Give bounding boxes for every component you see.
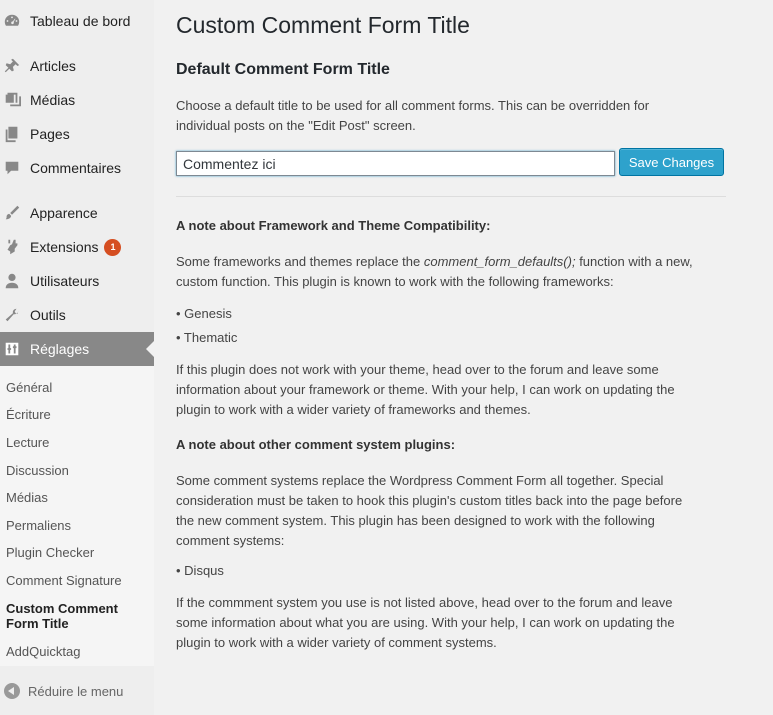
menu-label: Pages — [30, 126, 70, 142]
submenu-item-general[interactable]: Général — [6, 380, 52, 395]
menu-item-reglages[interactable]: Réglages — [0, 332, 154, 366]
settings-submenu: Général Écriture Lecture Discussion Médi… — [0, 366, 154, 666]
update-count-badge: 1 — [104, 238, 122, 256]
settings-icon — [0, 340, 30, 358]
text-fragment: consideration must be taken to hook this… — [176, 493, 683, 508]
page-title: Custom Comment Form Title — [176, 12, 470, 38]
text-fragment: plugin to work with a wider variety of f… — [176, 402, 531, 417]
text-fragment: the new comment system. This plugin has … — [176, 513, 655, 528]
menu-label: Commentaires — [30, 160, 122, 176]
text-fragment: comment systems: — [176, 533, 285, 548]
menu-item-outils[interactable]: Outils — [0, 298, 154, 332]
menu-label: Extensions — [30, 239, 99, 255]
note-framework-help: If this plugin does not work with your t… — [176, 360, 724, 420]
intro-line: Choose a default title to be used for al… — [176, 98, 650, 113]
menu-label: Outils — [30, 307, 66, 323]
text-fragment: custom function. This plugin is known to… — [176, 274, 614, 289]
section-title: Default Comment Form Title — [176, 61, 390, 78]
brush-icon — [0, 204, 30, 222]
submenu-item-ecriture[interactable]: Écriture — [6, 407, 51, 422]
menu-item-extensions[interactable]: Extensions 1 — [0, 230, 154, 264]
note-comment-system-heading: A note about other comment system plugin… — [176, 437, 456, 452]
submenu-item-permaliens[interactable]: Permaliens — [6, 518, 71, 533]
text-fragment: Some comment systems replace the Wordpre… — [176, 473, 664, 488]
dashboard-icon — [0, 12, 30, 30]
function-name: comment_form_defaults(); — [423, 254, 576, 269]
admin-sidebar: Tableau de bord Articles Médias Pages Co… — [0, 0, 154, 715]
menu-item-commentaires[interactable]: Commentaires — [0, 151, 154, 185]
submenu-item-plugin-checker[interactable]: Plugin Checker — [6, 545, 94, 560]
note-comment-system-paragraph: Some comment systems replace the Wordpre… — [176, 471, 724, 551]
collapse-menu-label: Réduire le menu — [28, 683, 124, 699]
submenu-item-custom-comment[interactable]: Custom Comment — [6, 601, 118, 616]
note-comment-system-help: If the commment system you use is not li… — [176, 593, 724, 653]
submenu-item-addquicktag[interactable]: AddQuicktag — [6, 644, 80, 659]
user-icon — [0, 272, 30, 290]
text-fragment: some information about what you are usin… — [176, 615, 675, 630]
comments-icon — [0, 159, 30, 177]
menu-item-utilisateurs[interactable]: Utilisateurs — [0, 264, 154, 298]
menu-label: Articles — [30, 58, 76, 74]
list-item: • Disqus — [176, 563, 224, 578]
submenu-item-comment-signature[interactable]: Comment Signature — [6, 573, 122, 588]
note-framework-paragraph: Some frameworks and themes replace the c… — [176, 252, 724, 292]
text-fragment: function with a new, — [575, 254, 693, 269]
pin-icon — [0, 57, 30, 75]
text-fragment: Some frameworks and themes replace the — [176, 254, 424, 269]
menu-label: Apparence — [30, 205, 98, 221]
menu-label: Tableau de bord — [30, 13, 131, 29]
wrench-icon — [0, 306, 30, 324]
default-title-input[interactable] — [176, 151, 615, 176]
list-item: • Genesis — [176, 306, 232, 321]
menu-item-medias[interactable]: Médias — [0, 83, 154, 117]
media-icon — [0, 91, 30, 109]
collapse-arrow-icon — [4, 683, 20, 699]
note-framework-heading: A note about Framework and Theme Compati… — [176, 218, 491, 233]
text-fragment: If this plugin does not work with your t… — [176, 362, 659, 377]
menu-label: Réglages — [30, 341, 90, 357]
collapse-menu-button[interactable]: Réduire le menu — [0, 674, 154, 708]
save-changes-button[interactable]: Save Changes — [619, 148, 724, 176]
intro-line: individual posts on the "Edit Post" scre… — [176, 118, 416, 133]
text-fragment: If the commment system you use is not li… — [176, 595, 673, 610]
pages-icon — [0, 125, 30, 143]
submenu-item-lecture[interactable]: Lecture — [6, 435, 49, 450]
list-item: • Thematic — [176, 330, 238, 345]
intro-text: Choose a default title to be used for al… — [176, 96, 724, 136]
menu-item-articles[interactable]: Articles — [0, 49, 154, 83]
menu-item-dashboard[interactable]: Tableau de bord — [0, 4, 154, 38]
submenu-item-medias[interactable]: Médias — [6, 490, 48, 505]
submenu-item-discussion[interactable]: Discussion — [6, 463, 69, 478]
menu-label: Utilisateurs — [30, 273, 100, 289]
menu-label: Médias — [30, 92, 76, 108]
text-fragment: plugin to work with a wider variety of c… — [176, 635, 497, 650]
menu-item-apparence[interactable]: Apparence — [0, 196, 154, 230]
plugin-icon — [0, 238, 30, 256]
divider — [176, 196, 726, 197]
submenu-item-form-title[interactable]: Form Title — [6, 616, 69, 631]
menu-item-pages[interactable]: Pages — [0, 117, 154, 151]
text-fragment: information about your framework or them… — [176, 382, 675, 397]
